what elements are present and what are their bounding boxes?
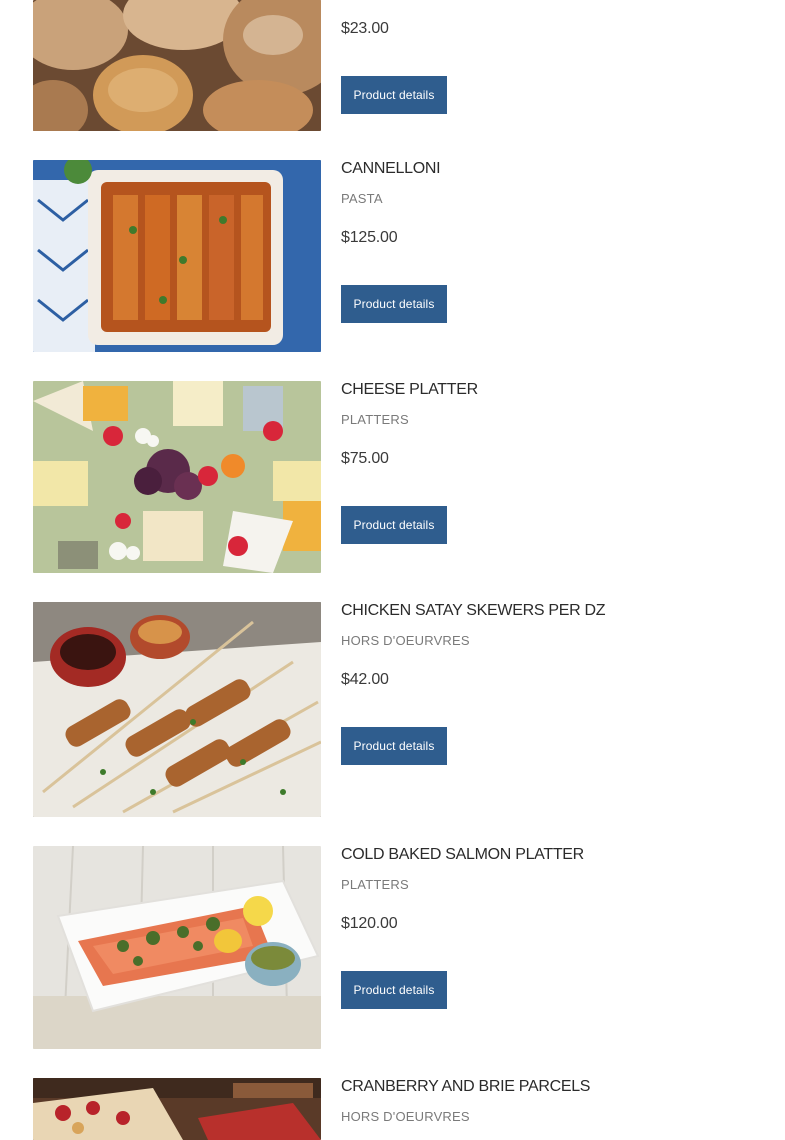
product-card: CANNELLONI PASTA $125.00 Product details: [33, 160, 753, 352]
product-name[interactable]: CANNELLONI: [341, 160, 441, 178]
product-category: PLATTERS: [341, 877, 409, 892]
product-details-button[interactable]: Product details: [341, 285, 447, 323]
product-name[interactable]: CRANBERRY AND BRIE PARCELS: [341, 1078, 590, 1096]
product-image[interactable]: [33, 846, 321, 1049]
product-card: CHICKEN SATAY SKEWERS PER DZ HORS D'OEUR…: [33, 602, 753, 817]
product-details-button[interactable]: Product details: [341, 971, 447, 1009]
product-image[interactable]: [33, 0, 321, 131]
product-image[interactable]: [33, 602, 321, 817]
product-name[interactable]: CHEESE PLATTER: [341, 381, 478, 399]
product-price: $125.00: [341, 229, 398, 246]
product-category: PLATTERS: [341, 412, 409, 427]
product-category: HORS D'OEURVRES: [341, 1109, 470, 1124]
product-card: COLD BAKED SALMON PLATTER PLATTERS $120.…: [33, 846, 753, 1049]
product-name[interactable]: CHICKEN SATAY SKEWERS PER DZ: [341, 602, 606, 620]
product-image[interactable]: [33, 160, 321, 352]
product-details-button[interactable]: Product details: [341, 76, 447, 114]
product-image[interactable]: [33, 381, 321, 573]
product-details-button[interactable]: Product details: [341, 506, 447, 544]
product-details-button[interactable]: Product details: [341, 727, 447, 765]
product-price: $42.00: [341, 671, 389, 688]
product-name[interactable]: COLD BAKED SALMON PLATTER: [341, 846, 584, 864]
product-price: $120.00: [341, 915, 398, 932]
product-image[interactable]: [33, 1078, 321, 1140]
product-card: CRANBERRY AND BRIE PARCELS HORS D'OEURVR…: [33, 1078, 753, 1140]
product-price: $23.00: [341, 20, 389, 37]
product-card: CHEESE PLATTER PLATTERS $75.00 Product d…: [33, 381, 753, 573]
product-category: PASTA: [341, 191, 383, 206]
product-price: $75.00: [341, 450, 389, 467]
product-card: $23.00 Product details: [33, 0, 753, 131]
product-category: HORS D'OEURVRES: [341, 633, 470, 648]
